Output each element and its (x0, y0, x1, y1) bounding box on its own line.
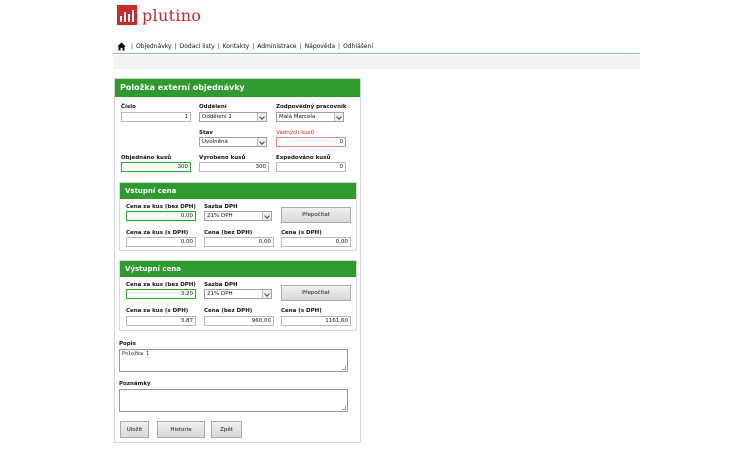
sub-navigation-bar (113, 55, 640, 69)
output-price-title: Výstupní cena (120, 261, 356, 277)
in-celkem-s-field[interactable]: 0,00 (281, 237, 351, 247)
chevron-down-icon (262, 290, 271, 298)
nav-separator: | (338, 43, 341, 50)
in-cena-s-field[interactable]: 0,00 (126, 237, 196, 247)
vyrobeno-label: Vyrobeno kusů (199, 155, 246, 161)
out-cena-bez-field[interactable]: 3,20 (126, 289, 196, 299)
out-celkem-s-field[interactable]: 1161,60 (281, 316, 351, 326)
poznamky-label: Poznámky (119, 381, 151, 387)
in-sazba-value: 21% DPH (207, 213, 233, 219)
output-price-section: Výstupní cena Cena za kus (bez DPH) 3,20… (119, 260, 357, 331)
poznamky-textarea[interactable] (119, 389, 348, 412)
out-recalculate-button[interactable]: Přepočítat (281, 285, 351, 301)
out-celkem-s-label: Cena (s DPH) (281, 308, 322, 314)
nav-separator: | (252, 43, 255, 50)
stav-value: Uvolněná (202, 139, 228, 145)
in-celkem-bez-label: Cena (bez DPH) (204, 230, 253, 236)
nav-separator: | (131, 43, 134, 50)
out-celkem-bez-label: Cena (bez DPH) (204, 308, 253, 314)
vadnych-field[interactable]: 0 (276, 137, 346, 147)
cislo-field[interactable]: 1 (121, 112, 191, 122)
expedovano-label: Expedováno kusů (276, 155, 331, 161)
nav-item-administrace[interactable]: Administrace (257, 43, 296, 50)
out-cena-s-field[interactable]: 3,87 (126, 316, 196, 326)
nav-item-napoveda[interactable]: Nápověda (305, 43, 335, 50)
out-sazba-select[interactable]: 21% DPH (204, 289, 272, 299)
chevron-down-icon (257, 113, 266, 121)
zodpovedny-label: Zodpovědný pracovník (276, 104, 347, 110)
stav-select[interactable]: Uvolněná (199, 137, 267, 147)
out-sazba-label: Sazba DPH (204, 282, 238, 288)
out-cena-bez-label: Cena za kus (bez DPH) (126, 282, 196, 288)
brand-logo[interactable]: plutino (117, 5, 201, 25)
in-celkem-bez-field[interactable]: 0,00 (204, 237, 274, 247)
bar-chart-logo-icon (117, 5, 137, 25)
objednano-label: Objednáno kusů (121, 155, 172, 161)
main-navigation: | Objednávky | Dodací listy | Kontakty |… (113, 40, 640, 54)
nav-item-odhlaseni[interactable]: Odhlášení (343, 43, 373, 50)
out-sazba-value: 21% DPH (207, 291, 233, 297)
oddeleni-value: Oddělení 1 (202, 114, 232, 120)
nav-item-dodaci-listy[interactable]: Dodací listy (180, 43, 215, 50)
oddeleni-label: Oddělení (199, 104, 227, 110)
oddeleni-select[interactable]: Oddělení 1 (199, 112, 267, 122)
history-button[interactable]: Historie (157, 421, 205, 438)
back-button[interactable]: Zpět (211, 421, 242, 438)
form-title: Položka externí objednávky (115, 79, 360, 97)
popis-textarea[interactable]: Položka 1 (119, 349, 348, 372)
nav-item-kontakty[interactable]: Kontakty (223, 43, 250, 50)
vyrobeno-field[interactable]: 300 (199, 162, 269, 172)
save-button[interactable]: Uložit (120, 421, 149, 438)
cislo-label: Číslo (121, 104, 136, 110)
input-price-section: Vstupní cena Cena za kus (bez DPH) 0,00 … (119, 182, 357, 251)
nav-separator: | (174, 43, 177, 50)
nav-separator: | (217, 43, 220, 50)
nav-separator: | (299, 43, 302, 50)
chevron-down-icon (334, 113, 343, 121)
chevron-down-icon (257, 138, 266, 146)
in-sazba-label: Sazba DPH (204, 204, 238, 210)
in-sazba-select[interactable]: 21% DPH (204, 211, 272, 221)
in-recalculate-button[interactable]: Přepočítat (281, 207, 351, 223)
vadnych-label: Vadných kusů (276, 130, 315, 136)
zodpovedny-select[interactable]: Malá Marcela (276, 112, 344, 122)
zodpovedny-value: Malá Marcela (279, 114, 316, 120)
home-icon[interactable] (117, 42, 126, 51)
objednano-field[interactable]: 300 (121, 162, 191, 172)
stav-label: Stav (199, 130, 213, 136)
in-cena-bez-label: Cena za kus (bez DPH) (126, 204, 196, 210)
out-celkem-bez-field[interactable]: 960,00 (204, 316, 274, 326)
expedovano-field[interactable]: 0 (276, 162, 346, 172)
chevron-down-icon (262, 212, 271, 220)
brand-name: plutino (142, 5, 202, 25)
out-cena-s-label: Cena za kus (s DPH) (126, 308, 189, 314)
in-cena-s-label: Cena za kus (s DPH) (126, 230, 189, 236)
in-cena-bez-field[interactable]: 0,00 (126, 211, 196, 221)
nav-item-objednavky[interactable]: Objednávky (136, 43, 172, 50)
popis-label: Popis (119, 341, 136, 347)
input-price-title: Vstupní cena (120, 183, 356, 199)
resize-grip-icon[interactable] (342, 406, 346, 410)
order-item-form: Položka externí objednávky Číslo 1 Odděl… (114, 78, 361, 443)
resize-grip-icon[interactable] (342, 366, 346, 370)
popis-value: Položka 1 (122, 351, 150, 357)
in-celkem-s-label: Cena (s DPH) (281, 230, 322, 236)
